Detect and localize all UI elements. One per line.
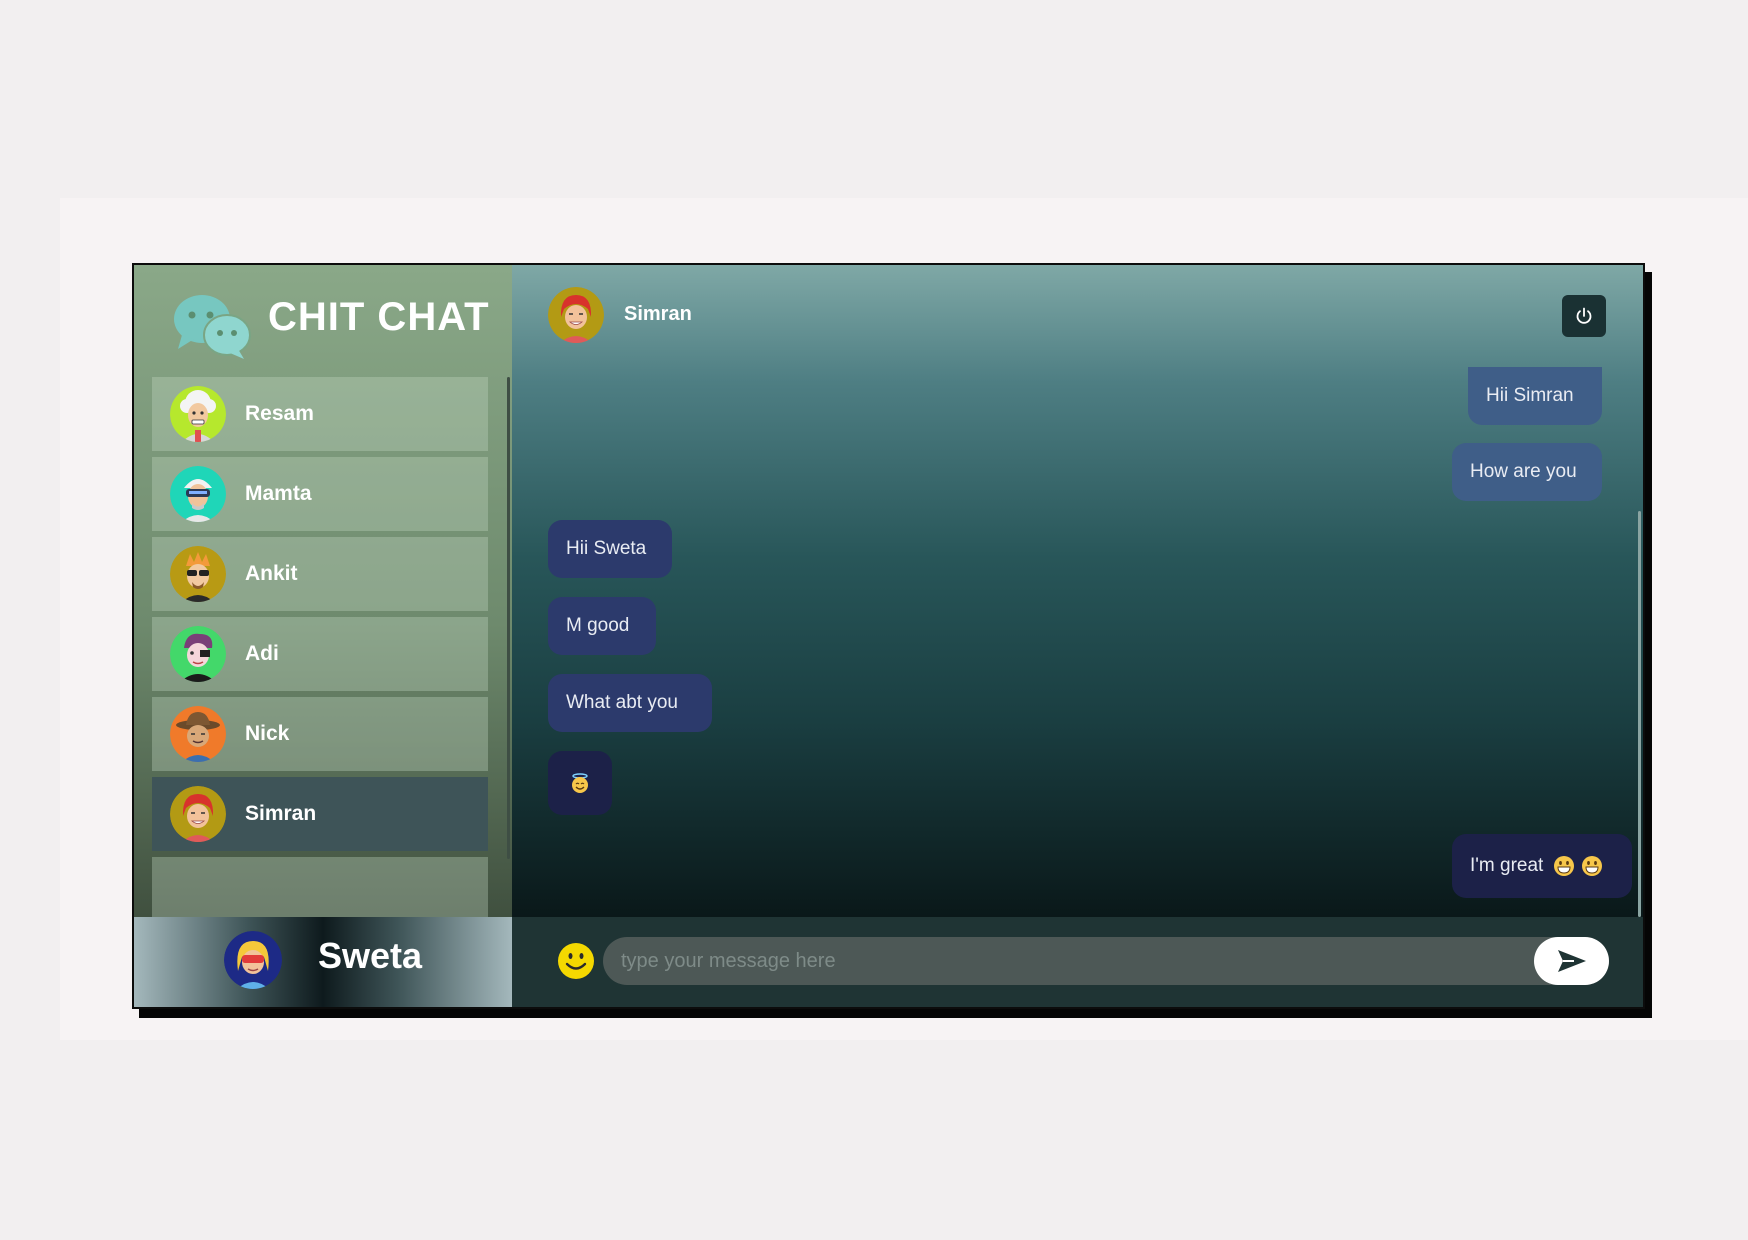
message-outgoing: Hii Simran	[1468, 367, 1602, 425]
app-title: CHIT CHAT	[268, 295, 490, 339]
message-outgoing: I'm great	[1452, 834, 1632, 898]
logout-button[interactable]	[1562, 295, 1606, 337]
message-text: I'm great	[1470, 855, 1544, 876]
sidebar-scrollbar[interactable]	[507, 377, 510, 859]
chat-bubbles-icon	[174, 295, 251, 359]
contact-item-nick[interactable]: Nick	[152, 697, 488, 771]
chat-app-window: CHIT CHAT Resam Mamta Ankit Adi Nick Sim…	[132, 263, 1645, 1009]
message-incoming: What abt you	[548, 674, 712, 732]
avatar-adi-icon	[170, 626, 226, 682]
contact-name: Mamta	[245, 482, 312, 505]
chat-panel: Simran Hii Simran How are you Hii Sweta …	[512, 265, 1643, 917]
smiling-face-with-halo-emoji	[572, 773, 588, 793]
contact-item-partial[interactable]	[152, 857, 488, 917]
contact-name: Simran	[245, 802, 317, 825]
contact-item-mamta[interactable]: Mamta	[152, 457, 488, 531]
smiley-icon[interactable]	[557, 942, 595, 980]
contact-item-ankit[interactable]: Ankit	[152, 537, 488, 611]
message-text: How are you	[1470, 461, 1577, 482]
chat-peer-name: Simran	[624, 303, 692, 325]
message-text: Hii Sweta	[566, 538, 647, 559]
chat-scrollbar[interactable]	[1638, 511, 1641, 917]
avatar-mamta-icon	[170, 466, 226, 522]
message-text: Hii Simran	[1486, 385, 1574, 406]
grinning-face-emoji	[1554, 856, 1575, 876]
message-outgoing: How are you	[1452, 443, 1602, 501]
send-button[interactable]	[1534, 937, 1609, 985]
avatar-resam-icon	[170, 386, 226, 442]
contact-name: Adi	[245, 642, 279, 665]
send-arrow-icon	[1557, 950, 1586, 972]
avatar-nick-icon	[170, 706, 226, 762]
contact-item-simran[interactable]: Simran	[152, 777, 488, 851]
avatar-ankit-icon	[170, 546, 226, 602]
message-incoming: M good	[548, 597, 656, 655]
grinning-face-emoji	[1582, 856, 1603, 876]
avatar-sweta-icon	[224, 931, 282, 989]
avatar-simran-icon	[548, 287, 604, 343]
contact-name: Ankit	[245, 562, 298, 585]
sidebar: CHIT CHAT Resam Mamta Ankit Adi Nick Sim…	[134, 265, 512, 917]
message-text: What abt you	[566, 692, 678, 713]
power-icon	[1576, 307, 1592, 324]
avatar-simran-icon	[170, 786, 226, 842]
message-composer	[512, 917, 1643, 1007]
contact-name: Resam	[245, 402, 314, 425]
message-text: M good	[566, 615, 630, 636]
contact-name: Nick	[245, 722, 290, 745]
current-user-bar: Sweta	[134, 917, 512, 1007]
contact-item-resam[interactable]: Resam	[152, 377, 488, 451]
current-user-name: Sweta	[318, 935, 423, 976]
message-incoming: Hii Sweta	[548, 520, 672, 578]
brand: CHIT CHAT	[172, 287, 492, 367]
message-incoming	[548, 751, 612, 815]
message-input[interactable]	[603, 937, 1609, 985]
contact-list[interactable]: Resam Mamta Ankit Adi Nick Simran	[152, 377, 488, 917]
chat-header: Simran	[512, 265, 1643, 361]
contact-item-adi[interactable]: Adi	[152, 617, 488, 691]
